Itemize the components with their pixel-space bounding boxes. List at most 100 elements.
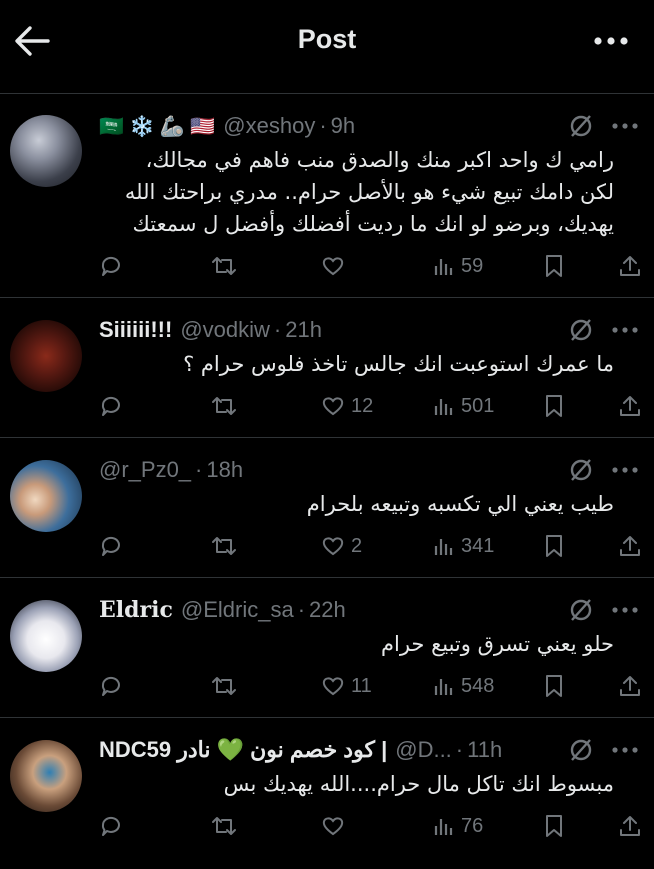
display-name[interactable]: Siiiiii!!! — [99, 317, 172, 343]
bookmark-button[interactable] — [543, 251, 565, 281]
bookmark-icon — [546, 255, 562, 277]
repost-icon — [212, 677, 236, 695]
more-options-icon[interactable] — [612, 606, 638, 614]
reply-icon — [101, 396, 120, 416]
avatar[interactable] — [10, 740, 82, 812]
reply-post[interactable]: NDC59 كود خصم نون 💚 نادر | @D... · 11h م… — [0, 718, 654, 869]
timestamp[interactable]: 9h — [331, 113, 355, 139]
view-count: 341 — [461, 534, 495, 557]
share-icon — [620, 536, 640, 556]
like-button[interactable] — [321, 811, 351, 841]
avatar[interactable] — [10, 320, 82, 392]
more-options-icon[interactable] — [594, 36, 628, 46]
bookmark-button[interactable] — [543, 391, 565, 421]
avatar[interactable] — [10, 115, 82, 187]
reply-button[interactable] — [99, 811, 123, 841]
timestamp[interactable]: 21h — [285, 317, 322, 343]
grok-icon[interactable] — [568, 457, 594, 483]
repost-icon — [212, 817, 236, 835]
share-button[interactable] — [619, 251, 641, 281]
share-button[interactable] — [619, 671, 641, 701]
timestamp[interactable]: 22h — [309, 597, 346, 623]
reply-button[interactable] — [99, 251, 123, 281]
like-button[interactable]: 2 — [321, 531, 362, 561]
repost-icon — [212, 397, 236, 415]
view-count: 59 — [461, 254, 484, 277]
timestamp[interactable]: 18h — [206, 457, 243, 483]
grok-icon[interactable] — [568, 737, 594, 763]
page-title: Post — [297, 24, 357, 54]
avatar[interactable] — [10, 600, 82, 672]
handle[interactable]: @xeshoy — [223, 113, 315, 139]
post-header: NDC59 كود خصم نون 💚 نادر | @D... · 11h — [99, 735, 502, 765]
post-text: رامي ك واحد اكبر منك والصدق منب فاهم في … — [124, 148, 614, 236]
share-button[interactable] — [619, 391, 641, 421]
like-count: 11 — [351, 674, 372, 697]
repost-button[interactable] — [211, 811, 237, 841]
reply-post[interactable]: @r_Pz0_ · 18h طيب يعني الي تكسبه وتبيعه … — [0, 438, 654, 578]
views-icon — [434, 679, 453, 695]
bookmark-button[interactable] — [543, 811, 565, 841]
share-button[interactable] — [619, 811, 641, 841]
views-button[interactable]: 341 — [433, 531, 494, 561]
avatar[interactable] — [10, 460, 82, 532]
grok-icon[interactable] — [568, 317, 594, 343]
post-header: Siiiiii!!! @vodkiw · 21h — [99, 315, 322, 345]
handle[interactable]: @r_Pz0_ — [99, 457, 191, 483]
views-button[interactable]: 548 — [433, 671, 494, 701]
views-icon — [434, 259, 453, 275]
like-button[interactable] — [321, 251, 351, 281]
reply-icon — [101, 536, 120, 556]
handle[interactable]: @D... — [395, 737, 452, 763]
grok-icon[interactable] — [568, 597, 594, 623]
views-button[interactable]: 76 — [433, 811, 483, 841]
post-actions: 59 — [99, 251, 640, 281]
more-options-icon[interactable] — [612, 466, 638, 474]
display-name[interactable]: NDC59 كود خصم نون 💚 نادر | — [99, 737, 387, 763]
bookmark-button[interactable] — [543, 671, 565, 701]
view-count: 548 — [461, 674, 495, 697]
timestamp[interactable]: 11h — [467, 737, 502, 763]
views-button[interactable]: 501 — [433, 391, 494, 421]
bookmark-button[interactable] — [543, 531, 565, 561]
more-options-icon[interactable] — [612, 326, 638, 334]
grok-icon[interactable] — [568, 113, 594, 139]
heart-icon — [322, 397, 344, 416]
repost-button[interactable] — [211, 251, 237, 281]
like-button[interactable]: 12 — [321, 391, 373, 421]
reply-post[interactable]: 🇸🇦 ❄️ 🦾 🇺🇸 @xeshoy · 9h رامي ك واحد اكبر… — [0, 94, 654, 298]
reply-post[interactable]: Siiiiii!!! @vodkiw · 21h ما عمرك استوعبت… — [0, 298, 654, 438]
views-icon — [434, 539, 453, 555]
separator-dot: · — [319, 113, 327, 138]
post-text: ما عمرك استوعبت انك جالس تاخذ فلوس حرام … — [183, 352, 614, 376]
share-button[interactable] — [619, 531, 641, 561]
repost-button[interactable] — [211, 671, 237, 701]
more-options-icon[interactable] — [612, 746, 638, 754]
post-header: 🇸🇦 ❄️ 🦾 🇺🇸 @xeshoy · 9h — [99, 111, 355, 141]
heart-icon — [322, 817, 344, 836]
separator-dot: · — [273, 317, 282, 342]
view-count: 501 — [461, 394, 495, 417]
reply-button[interactable] — [99, 391, 123, 421]
handle[interactable]: @vodkiw — [180, 317, 270, 343]
separator-dot: · — [195, 457, 203, 482]
more-options-icon[interactable] — [612, 122, 638, 130]
bookmark-icon — [546, 535, 562, 557]
reply-post[interactable]: Eldric @Eldric_sa · 22h حلو يعني تسرق وت… — [0, 578, 654, 718]
bookmark-icon — [546, 395, 562, 417]
reply-icon — [101, 256, 120, 276]
bookmark-icon — [546, 815, 562, 837]
handle[interactable]: @Eldric_sa — [181, 597, 294, 623]
post-text: مبسوط انك تاكل مال حرام....الله يهديك بس — [223, 772, 614, 796]
views-button[interactable]: 59 — [433, 251, 483, 281]
display-name[interactable]: Eldric — [99, 597, 173, 623]
reply-button[interactable] — [99, 531, 123, 561]
repost-button[interactable] — [211, 391, 237, 421]
post-actions: 12 501 — [99, 391, 640, 421]
like-button[interactable]: 11 — [321, 671, 372, 701]
display-name[interactable]: 🇸🇦 ❄️ 🦾 🇺🇸 — [99, 114, 215, 139]
heart-icon — [322, 537, 344, 556]
like-count: 2 — [351, 534, 363, 557]
repost-button[interactable] — [211, 531, 237, 561]
reply-button[interactable] — [99, 671, 123, 701]
